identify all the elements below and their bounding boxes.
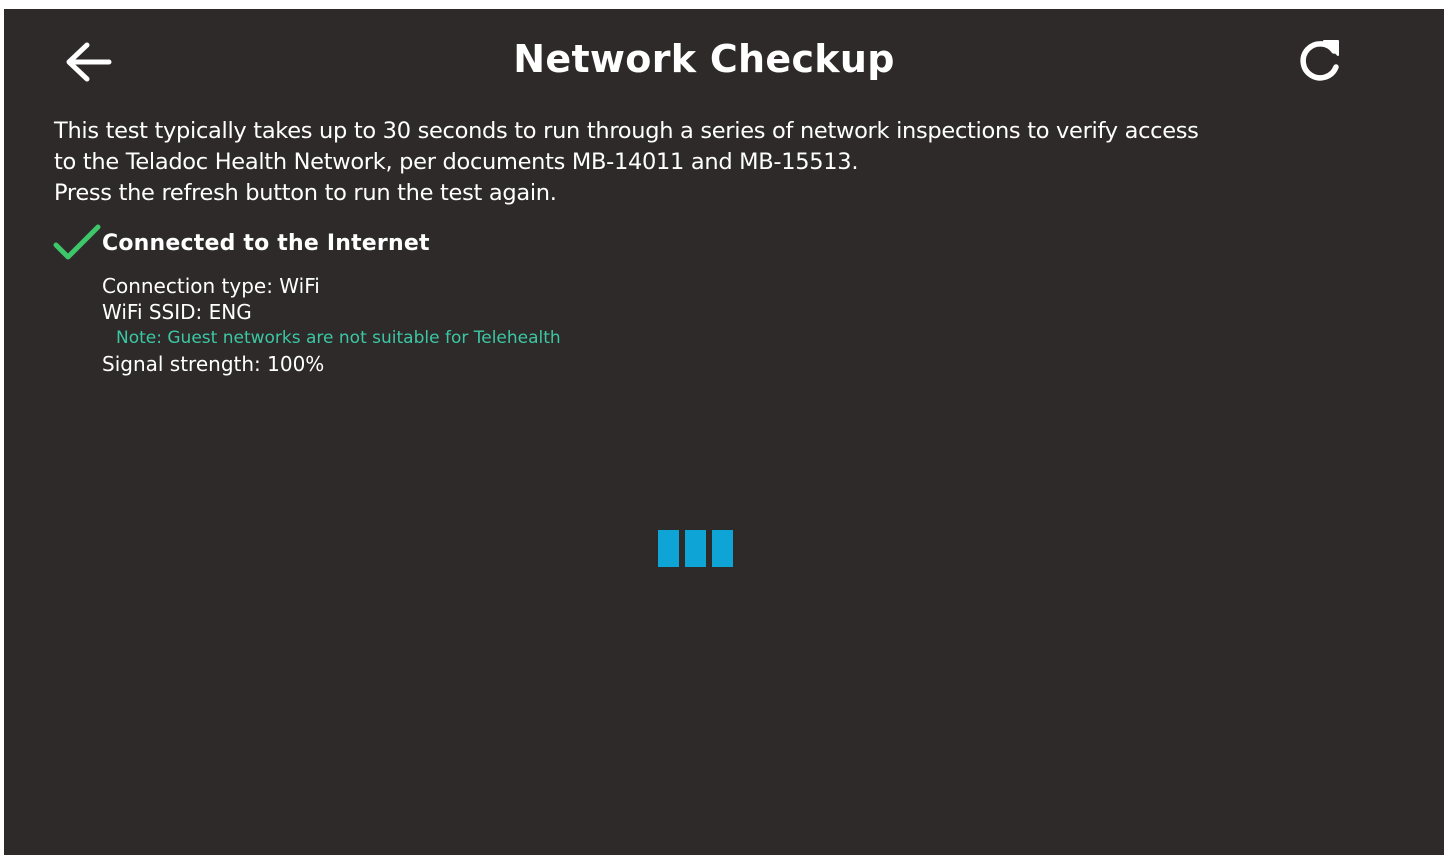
- refresh-button[interactable]: [1292, 33, 1348, 89]
- connection-details: Connection type: WiFi WiFi SSID: ENG Not…: [102, 273, 561, 377]
- description-line-1: This test typically takes up to 30 secon…: [54, 118, 1199, 144]
- loading-bars-icon: [658, 530, 733, 567]
- connection-status: Connected to the Internet: [52, 223, 430, 263]
- description-line-3: Press the refresh button to run the test…: [54, 180, 557, 206]
- checkmark-icon: [53, 224, 101, 260]
- connection-status-label: Connected to the Internet: [102, 230, 430, 256]
- loading-bar: [685, 530, 706, 567]
- page-title: Network Checkup: [513, 37, 895, 81]
- wifi-ssid-text: WiFi SSID: ENG: [102, 300, 252, 324]
- refresh-icon: [1300, 40, 1339, 81]
- network-checkup-screen: Network Checkup This test typically take…: [4, 9, 1444, 855]
- signal-strength-text: Signal strength: 100%: [102, 352, 325, 376]
- loading-bar: [712, 530, 733, 567]
- loading-bar: [658, 530, 679, 567]
- guest-network-note: Note: Guest networks are not suitable fo…: [116, 328, 561, 348]
- test-description: This test typically takes up to 30 secon…: [54, 116, 1414, 209]
- connection-type-text: Connection type: WiFi: [102, 274, 320, 298]
- description-line-2: to the Teladoc Health Network, per docum…: [54, 149, 859, 175]
